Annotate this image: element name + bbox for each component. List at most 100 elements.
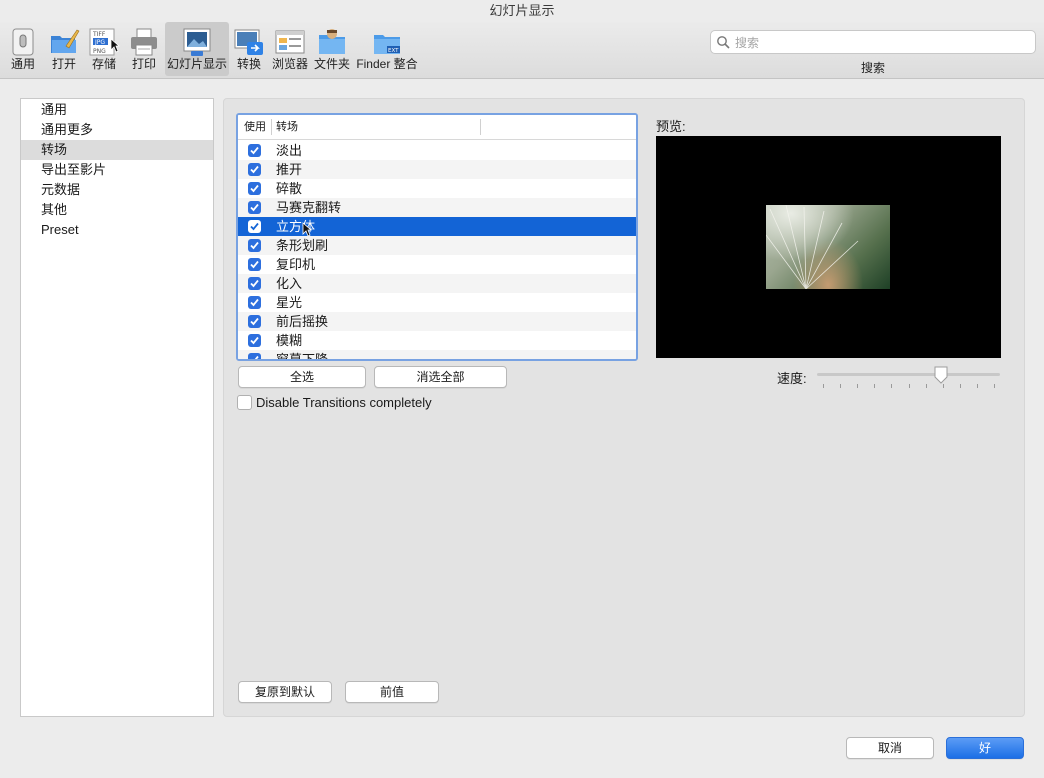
checkmark-icon [250, 279, 259, 288]
preview-label: 预览: [656, 119, 686, 134]
previous-values-button[interactable]: 前值 [345, 681, 439, 703]
select-all-button[interactable]: 全选 [238, 366, 366, 388]
toolbar-label: 存储 [91, 57, 116, 71]
checkmark-icon [250, 317, 259, 326]
use-checkbox[interactable] [248, 296, 261, 309]
sidebar-item-transitions[interactable]: 转场 [21, 140, 213, 160]
sidebar-item-preset[interactable]: Preset [21, 220, 213, 240]
checkmark-icon [250, 241, 259, 250]
table-header: 使用 转场 [238, 115, 636, 140]
column-divider [271, 119, 272, 135]
table-row[interactable]: 化入 [238, 274, 636, 293]
speed-tick [823, 384, 824, 388]
toolbar-item-general[interactable]: 通用 [4, 22, 42, 76]
speed-tick [874, 384, 876, 388]
printer-icon [131, 28, 157, 56]
speed-tick [840, 384, 842, 388]
toolbar-item-save[interactable]: TIFF JPG PNG 存储 [86, 22, 122, 76]
sidebar-item-other[interactable]: 其他 [21, 200, 213, 220]
transition-name: 复印机 [276, 257, 316, 272]
transition-name: 条形划刷 [276, 238, 329, 253]
use-checkbox[interactable] [248, 334, 261, 347]
use-checkbox[interactable] [248, 201, 261, 214]
toolbar-label: 打印 [131, 57, 156, 71]
preferences-sidebar: 通用 通用更多 转场 导出至影片 元数据 其他 Preset [20, 98, 214, 717]
search-input[interactable] [733, 33, 1027, 53]
speed-tick [942, 384, 944, 388]
table-row[interactable]: 淡出 [238, 141, 636, 160]
format-badge-tiff: TIFF [92, 31, 106, 38]
search-caption: 搜索 [860, 61, 885, 75]
ok-button[interactable]: 好 [946, 737, 1024, 759]
speed-tick [925, 384, 927, 388]
use-checkbox[interactable] [248, 239, 261, 252]
window-title: 幻灯片显示 [489, 3, 555, 18]
toolbar-label: 文件夹 [313, 57, 350, 71]
speed-label: 速度: [777, 371, 807, 386]
checkmark-icon [250, 165, 259, 174]
toolbar-item-slideshow[interactable]: 幻灯片显示 [165, 22, 229, 76]
speed-tick [857, 384, 859, 388]
table-row[interactable]: 模糊 [238, 331, 636, 350]
toolbar-label: 转换 [236, 57, 261, 71]
toolbar-item-browser[interactable]: 浏览器 [270, 22, 310, 76]
search-icon [717, 36, 730, 49]
checkmark-icon [250, 222, 259, 231]
checkmark-icon [250, 146, 259, 155]
use-checkbox[interactable] [248, 315, 261, 328]
general-switch-icon [12, 28, 34, 56]
speed-slider-track[interactable] [817, 373, 1000, 376]
use-checkbox[interactable] [248, 163, 261, 176]
sidebar-item-general[interactable]: 通用 [21, 100, 213, 120]
sidebar-item-general-more[interactable]: 通用更多 [21, 120, 213, 140]
speed-tick [959, 384, 961, 388]
column-header-use[interactable]: 使用 [244, 115, 266, 139]
checkmark-icon [250, 184, 259, 193]
toolbar-item-folder[interactable]: 文件夹 [312, 22, 352, 76]
transition-name: 淡出 [276, 143, 303, 158]
column-header-transition[interactable]: 转场 [276, 115, 298, 139]
use-checkbox[interactable] [248, 277, 261, 290]
checkmark-icon [250, 260, 259, 269]
sidebar-item-metadata[interactable]: 元数据 [21, 180, 213, 200]
browser-icon [275, 30, 305, 54]
checkmark-icon [250, 298, 259, 307]
toolbar-label: 浏览器 [271, 57, 308, 71]
transition-name: 化入 [276, 276, 303, 291]
use-checkbox[interactable] [248, 258, 261, 271]
transition-name: 碎散 [276, 181, 303, 196]
use-checkbox[interactable] [248, 144, 261, 157]
table-row[interactable]: 立方体 [238, 217, 636, 237]
toolbar-item-open[interactable]: 打开 [44, 22, 84, 76]
table-row[interactable]: 推开 [238, 160, 636, 179]
use-checkbox[interactable] [248, 353, 261, 359]
table-row[interactable]: 条形划刷 [238, 236, 636, 255]
transition-name: 马赛克翻转 [276, 200, 342, 215]
search-box[interactable] [710, 30, 1036, 54]
transition-name: 窗幕下降 [276, 352, 329, 361]
speed-tick [908, 384, 910, 388]
table-row[interactable]: 前后摇换 [238, 312, 636, 331]
toolbar-label: Finder 整合 [356, 57, 418, 71]
table-row[interactable]: 马赛克翻转 [238, 198, 636, 217]
use-checkbox[interactable] [248, 182, 261, 195]
cancel-button[interactable]: 取消 [846, 737, 934, 759]
disable-transitions-checkbox[interactable] [237, 395, 252, 410]
transitions-table[interactable]: 使用 转场 淡出推开碎散马赛克翻转立方体 条形划刷复印机化入星光 前后摇换模糊窗幕下… [236, 113, 638, 361]
table-row[interactable]: 复印机 [238, 255, 636, 274]
table-row[interactable]: 窗幕下降 [238, 350, 636, 361]
table-row[interactable]: 星光 [238, 293, 636, 312]
checkmark-icon [251, 355, 259, 359]
checkmark-icon [250, 336, 259, 345]
table-row[interactable]: 碎散 [238, 179, 636, 198]
speed-slider-knob[interactable] [934, 366, 948, 384]
toolbar-item-convert[interactable]: 转换 [232, 22, 266, 76]
transition-name: 模糊 [276, 333, 303, 348]
toolbar-item-print[interactable]: 打印 [126, 22, 162, 76]
convert-icon [234, 29, 263, 55]
use-checkbox[interactable] [248, 220, 261, 233]
sidebar-item-export-movie[interactable]: 导出至影片 [21, 160, 213, 180]
toolbar-item-finder-integration[interactable]: EXT Finder 整合 [355, 22, 419, 76]
restore-defaults-button[interactable]: 复原到默认 [238, 681, 332, 703]
deselect-all-button[interactable]: 消选全部 [374, 366, 507, 388]
